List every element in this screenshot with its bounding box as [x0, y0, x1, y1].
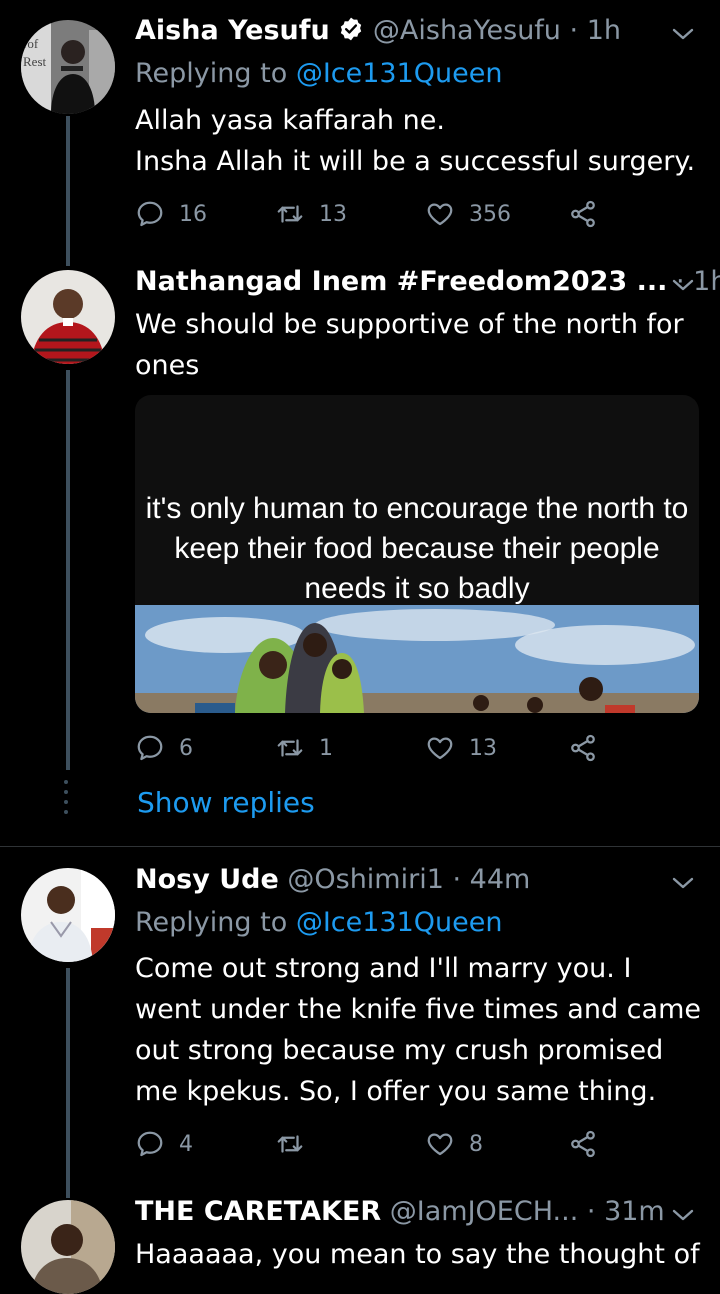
reply-icon [135, 199, 165, 229]
share-button[interactable] [568, 728, 612, 768]
chevron-down-icon[interactable] [670, 1205, 696, 1225]
timestamp[interactable]: 31m [604, 1196, 665, 1227]
media-caption: it's only human to encourage the north t… [145, 492, 689, 605]
thread-line [66, 968, 70, 1198]
display-name[interactable]: THE CARETAKER [135, 1196, 381, 1227]
handle[interactable]: @AishaYesufu [373, 15, 561, 46]
like-button[interactable]: 13 [425, 728, 497, 768]
like-count: 8 [469, 1131, 483, 1157]
tweet-actions: 16 13 356 [135, 194, 615, 234]
separator: · [569, 15, 579, 46]
handle[interactable]: @Oshimiri1 [287, 864, 444, 895]
like-count: 13 [469, 735, 497, 761]
like-icon [425, 1129, 455, 1159]
reply-button[interactable]: 16 [135, 194, 207, 234]
timestamp[interactable]: 44m [470, 864, 531, 895]
tweet-header: Aisha Yesufu @AishaYesufu · 1h [135, 14, 621, 48]
replying-label: Replying to [135, 58, 288, 89]
timestamp[interactable]: 1h [693, 266, 720, 297]
retweet-icon [275, 1129, 305, 1159]
svg-text:Rest: Rest [23, 54, 47, 69]
timestamp[interactable]: 1h [587, 15, 621, 46]
show-replies-link[interactable]: Show replies [137, 786, 315, 819]
like-button[interactable]: 356 [425, 194, 511, 234]
tweet-text-line: Insha Allah it will be a successful surg… [135, 146, 696, 177]
retweet-button[interactable]: 13 [275, 194, 347, 234]
display-name[interactable]: Nosy Ude [135, 864, 279, 895]
chevron-down-icon[interactable] [670, 24, 696, 44]
svg-text:rof: rof [23, 36, 39, 51]
share-button[interactable] [568, 1124, 612, 1164]
verified-badge-icon [338, 16, 364, 42]
like-icon [425, 199, 455, 229]
tweet-text: We should be supportive of the north for… [135, 309, 684, 381]
tweet-actions: 4 8 [135, 1124, 615, 1164]
handle[interactable]: @IamJOECH... [390, 1196, 579, 1227]
media-photo [135, 605, 699, 713]
thread-continuation-dots [63, 780, 69, 820]
reply-count: 16 [179, 201, 207, 227]
reply-count: 4 [179, 1131, 193, 1157]
like-icon [425, 733, 455, 763]
tweet-text: Allah yasa kaffarah ne. Insha Allah it w… [135, 100, 705, 182]
share-icon [568, 199, 598, 229]
retweet-button[interactable]: 1 [275, 728, 333, 768]
retweet-icon [275, 199, 305, 229]
tweet-header: Nathangad Inem #Freedom2023 ... · 1h [135, 265, 720, 299]
replying-to: Replying to @Ice131Queen [135, 57, 502, 91]
retweet-button[interactable] [275, 1124, 319, 1164]
separator: · [452, 864, 462, 895]
tweet-actions: 6 1 13 [135, 728, 615, 768]
reply-icon [135, 733, 165, 763]
replying-label: Replying to [135, 907, 288, 938]
chevron-down-icon[interactable] [670, 275, 696, 295]
display-name[interactable]: Aisha Yesufu [135, 15, 330, 46]
tweet-header: THE CARETAKER @IamJOECH... · 31m [135, 1195, 665, 1229]
replying-to: Replying to @Ice131Queen [135, 906, 502, 940]
avatar[interactable] [21, 270, 115, 364]
reply-button[interactable]: 6 [135, 728, 193, 768]
thread-line [66, 116, 70, 266]
like-count: 356 [469, 201, 511, 227]
mention-link[interactable]: @Ice131Queen [296, 907, 503, 938]
separator: · [586, 1196, 596, 1227]
retweet-count: 1 [319, 735, 333, 761]
divider [0, 846, 720, 847]
reply-count: 6 [179, 735, 193, 761]
mention-link[interactable]: @Ice131Queen [296, 58, 503, 89]
retweet-icon [275, 733, 305, 763]
avatar[interactable]: rof Rest [21, 20, 115, 114]
display-name[interactable]: Nathangad Inem #Freedom2023 ... [135, 266, 667, 297]
chevron-down-icon[interactable] [670, 873, 696, 893]
media-attachment[interactable]: it's only human to encourage the north t… [135, 395, 699, 713]
share-button[interactable] [568, 194, 612, 234]
share-icon [568, 1129, 598, 1159]
reply-icon [135, 1129, 165, 1159]
like-button[interactable]: 8 [425, 1124, 483, 1164]
tweet-text-line: Allah yasa kaffarah ne. [135, 105, 445, 136]
avatar[interactable] [21, 1200, 115, 1294]
tweet-text: Come out strong and I'll marry you. I we… [135, 953, 701, 1107]
tweet-header: Nosy Ude @Oshimiri1 · 44m [135, 863, 530, 897]
avatar[interactable] [21, 868, 115, 962]
thread-line [66, 370, 70, 770]
tweet-text: Haaaaaa, you mean to say the thought of [135, 1239, 700, 1270]
share-icon [568, 733, 598, 763]
retweet-count: 13 [319, 201, 347, 227]
reply-button[interactable]: 4 [135, 1124, 193, 1164]
